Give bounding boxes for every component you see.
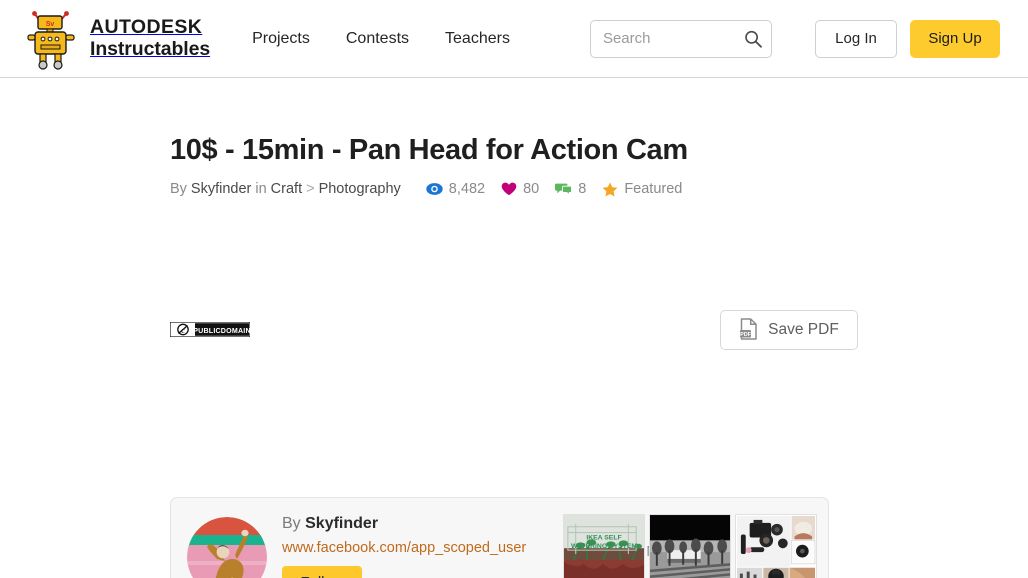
- save-pdf-label: Save PDF: [768, 321, 839, 338]
- pdf-file-icon: PDF: [739, 317, 759, 343]
- author-info: By Skyfinder www.facebook.com/app_scoped…: [282, 515, 526, 578]
- brand-wordmark: AUTODESK Instructables: [90, 17, 210, 59]
- comments-stat: 8: [555, 181, 586, 197]
- brand-logo-link[interactable]: Sv AUTODESK Instructables: [26, 8, 210, 70]
- creative-commons-public-domain-badge[interactable]: c PUBLICDOMAIN: [169, 321, 251, 338]
- views-stat: 8,482: [426, 181, 485, 197]
- main-navigation: Projects Contests Teachers: [252, 30, 510, 48]
- comment-icon: [555, 182, 573, 197]
- thumb-camera-gear-collage[interactable]: [735, 514, 817, 578]
- search-icon[interactable]: [743, 29, 763, 49]
- svg-text:PDF: PDF: [740, 331, 751, 337]
- page-title: 10$ - 15min - Pan Head for Action Cam: [170, 134, 688, 166]
- header-actions: Log In Sign Up: [815, 19, 1000, 58]
- nav-contests[interactable]: Contests: [346, 30, 409, 48]
- svg-text:Sv: Sv: [46, 21, 55, 28]
- stats-group: 8,482 80 8 Featured: [426, 181, 682, 197]
- license-and-actions-row: c PUBLICDOMAIN PDF Save PDF: [169, 310, 858, 362]
- author-by-label: By: [282, 515, 301, 532]
- nav-projects[interactable]: Projects: [252, 30, 310, 48]
- more-by-author-thumbnails: IKEA SELF WATERING SYSTEM: [563, 514, 828, 578]
- subcategory-link[interactable]: Photography: [319, 181, 401, 197]
- nav-teachers[interactable]: Teachers: [445, 30, 510, 48]
- views-count: 8,482: [448, 181, 486, 198]
- author-link[interactable]: Skyfinder: [191, 181, 251, 197]
- save-pdf-button[interactable]: PDF Save PDF: [720, 310, 858, 350]
- favorites-count: 80: [523, 181, 540, 198]
- author-external-link[interactable]: www.facebook.com/app_scoped_user: [282, 540, 526, 556]
- author-name[interactable]: Skyfinder: [305, 515, 378, 532]
- category-separator: >: [306, 181, 315, 198]
- featured-label: Featured: [624, 181, 683, 198]
- search-box: [589, 19, 772, 58]
- in-label: in: [255, 181, 267, 198]
- thumb-ikea-self-watering-system[interactable]: IKEA SELF WATERING SYSTEM: [563, 514, 645, 578]
- eye-icon: [426, 182, 443, 196]
- comments-count: 8: [578, 181, 587, 198]
- author-avatar-photo[interactable]: [187, 517, 267, 578]
- follow-button[interactable]: Follow: [282, 566, 362, 578]
- author-card: By Skyfinder www.facebook.com/app_scoped…: [170, 497, 829, 578]
- featured-stat: Featured: [602, 181, 682, 197]
- site-header: Sv AUTODESK Instructables Projects Conte…: [0, 0, 1028, 78]
- instructable-meta: By Skyfinder in Craft > Photography 8,48…: [170, 181, 858, 197]
- brand-line-instructables: Instructables: [90, 37, 211, 60]
- page-body: 10$ - 15min - Pan Head for Action Cam By…: [0, 78, 1028, 578]
- login-button[interactable]: Log In: [815, 19, 897, 58]
- instructables-robot-icon: Sv: [26, 8, 80, 70]
- svg-text:WATERING SYSTEM: WATERING SYSTEM: [571, 543, 637, 550]
- heart-icon: [501, 182, 517, 196]
- svg-text:PUBLICDOMAIN: PUBLICDOMAIN: [193, 327, 250, 335]
- favorites-stat: 80: [501, 181, 539, 197]
- star-icon: [602, 182, 618, 197]
- svg-text:IKEA SELF: IKEA SELF: [586, 534, 621, 541]
- instructable-header-block: 10$ - 15min - Pan Head for Action Cam By…: [169, 78, 858, 350]
- author-byline: By Skyfinder: [282, 515, 526, 533]
- by-label: By: [170, 181, 187, 198]
- thumb-bw-landscape[interactable]: [649, 514, 731, 578]
- brand-line-autodesk: AUTODESK: [90, 16, 203, 39]
- signup-button[interactable]: Sign Up: [910, 19, 1000, 58]
- category-link[interactable]: Craft: [271, 181, 302, 197]
